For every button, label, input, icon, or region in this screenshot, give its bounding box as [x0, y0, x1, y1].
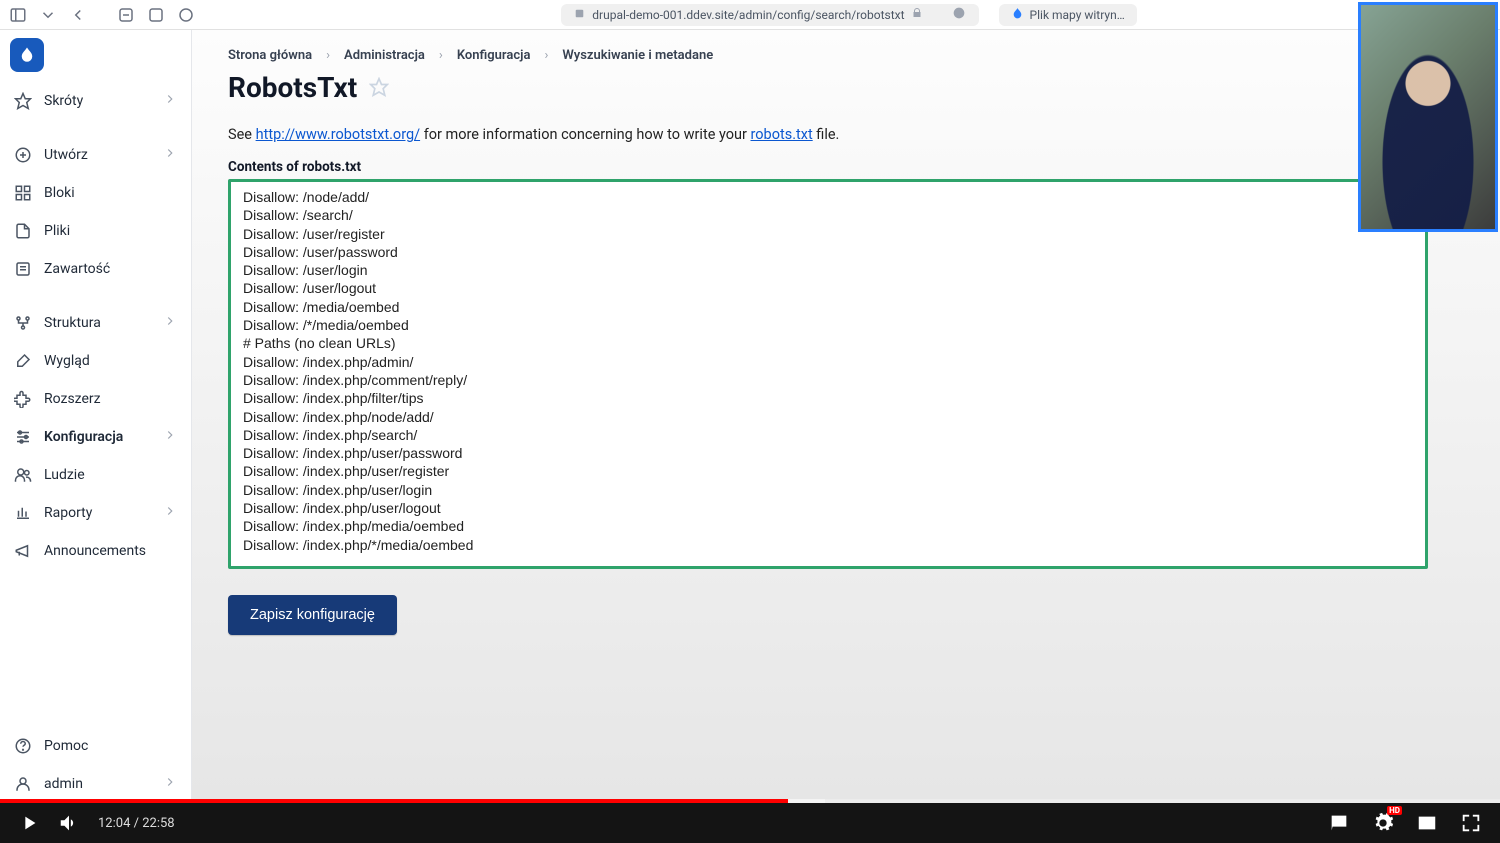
breadcrumb-item[interactable]: Wyszukiwanie i metadane	[562, 48, 713, 63]
sidebar-item-raporty[interactable]: Raporty	[0, 494, 191, 532]
sidebar-item-wygl-d[interactable]: Wygląd	[0, 342, 191, 380]
sidebar-item-label: Struktura	[44, 315, 101, 331]
files-icon	[14, 222, 32, 240]
tab-sitemap[interactable]: Plik mapy witryn…	[999, 4, 1137, 26]
chevron-right-icon	[163, 775, 177, 793]
sliders-icon	[14, 428, 32, 446]
tab-label: Plik mapy witryn…	[1030, 8, 1125, 22]
help-icon	[14, 737, 32, 755]
sidebar-item-label: admin	[44, 776, 83, 792]
fullscreen-button[interactable]	[1460, 812, 1482, 834]
hd-badge: HD	[1387, 806, 1402, 815]
sidebar-item-announcements[interactable]: Announcements	[0, 532, 191, 570]
description-text: See http://www.robotstxt.org/ for more i…	[228, 126, 1464, 143]
robotstxt-file-link[interactable]: robots.txt	[751, 126, 813, 143]
sidebar-item-label: Pliki	[44, 223, 70, 239]
chevron-right-icon	[163, 428, 177, 446]
video-controls: 12:04 / 22:58 HD	[0, 803, 1500, 843]
brand-logo[interactable]	[10, 38, 44, 72]
field-label: Contents of robots.txt	[228, 159, 1464, 175]
sidebar-toggle-icon[interactable]	[8, 5, 28, 25]
robots-textarea[interactable]	[228, 179, 1428, 569]
breadcrumb-item[interactable]: Konfiguracja	[457, 48, 531, 63]
sidebar-item-label: Raporty	[44, 505, 92, 521]
lock-icon	[911, 7, 923, 22]
breadcrumb-item[interactable]: Strona główna	[228, 48, 312, 63]
plus-circle-icon	[14, 146, 32, 164]
sidebar-item-label: Konfiguracja	[44, 429, 123, 445]
breadcrumb-item[interactable]: Administracja	[344, 48, 425, 63]
puzzle-icon	[14, 390, 32, 408]
app-icon-3[interactable]	[176, 5, 196, 25]
sidebar-item-label: Wygląd	[44, 353, 90, 369]
webcam-overlay	[1358, 2, 1498, 232]
chevron-right-icon	[163, 146, 177, 164]
miniplayer-button[interactable]	[1416, 812, 1438, 834]
progress-played	[0, 799, 788, 803]
sidebar-item-label: Utwórz	[44, 147, 88, 163]
url-bar[interactable]: drupal-demo-001.ddev.site/admin/config/s…	[561, 4, 978, 26]
progress-track[interactable]	[0, 799, 1500, 803]
sidebar-item-rozszerz[interactable]: Rozszerz	[0, 380, 191, 418]
chevron-right-icon	[163, 92, 177, 110]
drupal-icon	[1011, 7, 1024, 23]
main-content: Strona główna › Administracja › Konfiguracja…	[192, 30, 1500, 803]
subtitles-button[interactable]	[1328, 812, 1350, 834]
more-icon[interactable]	[951, 5, 967, 24]
user-icon	[14, 775, 32, 793]
browser-toolbar: drupal-demo-001.ddev.site/admin/config/s…	[0, 0, 1500, 30]
sidebar-item-admin[interactable]: admin	[0, 765, 191, 803]
save-button[interactable]: Zapisz konfigurację	[228, 595, 397, 635]
sidebar-item-label: Rozszerz	[44, 391, 101, 407]
robotstxt-org-link[interactable]: http://www.robotstxt.org/	[256, 126, 421, 143]
sidebar-item-pliki[interactable]: Pliki	[0, 212, 191, 250]
sidebar-item-struktura[interactable]: Struktura	[0, 304, 191, 342]
sidebar-item-label: Skróty	[44, 93, 83, 109]
sidebar-item-skr-ty[interactable]: Skróty	[0, 82, 191, 120]
sidebar-item-label: Ludzie	[44, 467, 85, 483]
chevron-down-icon[interactable]	[38, 5, 58, 25]
chevron-right-icon	[163, 314, 177, 332]
sidebar-item-bloki[interactable]: Bloki	[0, 174, 191, 212]
back-icon[interactable]	[68, 5, 88, 25]
sidebar-item-konfiguracja[interactable]: Konfiguracja	[0, 418, 191, 456]
sidebar-item-pomoc[interactable]: Pomoc	[0, 727, 191, 765]
video-time: 12:04 / 22:58	[98, 816, 175, 831]
blocks-icon	[14, 184, 32, 202]
app-icon-1[interactable]	[116, 5, 136, 25]
url-text: drupal-demo-001.ddev.site/admin/config/s…	[592, 8, 904, 22]
sidebar-item-label: Bloki	[44, 185, 75, 201]
page-title-text: RobotsTxt	[228, 71, 357, 104]
sidebar-item-ludzie[interactable]: Ludzie	[0, 456, 191, 494]
shield-icon	[573, 7, 586, 23]
breadcrumb: Strona główna › Administracja › Konfiguracja…	[228, 48, 1464, 63]
sidebar-item-label: Pomoc	[44, 738, 88, 754]
breadcrumb-separator: ›	[439, 48, 443, 63]
star-icon	[14, 92, 32, 110]
sidebar-item-zawarto-[interactable]: Zawartość	[0, 250, 191, 288]
megaphone-icon	[14, 542, 32, 560]
breadcrumb-separator: ›	[326, 48, 330, 63]
play-button[interactable]	[18, 812, 40, 834]
favorite-star-icon[interactable]	[369, 71, 389, 104]
app-icon-2[interactable]	[146, 5, 166, 25]
chevron-right-icon	[163, 504, 177, 522]
brush-icon	[14, 352, 32, 370]
sidebar-item-label: Announcements	[44, 543, 146, 559]
settings-button[interactable]: HD	[1372, 812, 1394, 834]
sidebar-item-label: Zawartość	[44, 261, 110, 277]
breadcrumb-separator: ›	[544, 48, 548, 63]
sidebar-item-utw-rz[interactable]: Utwórz	[0, 136, 191, 174]
page-title: RobotsTxt	[228, 71, 1464, 104]
sidebar: Skróty Utwórz Bloki Pliki Zawartość Struktura…	[0, 30, 192, 803]
reports-icon	[14, 504, 32, 522]
volume-button[interactable]	[58, 812, 80, 834]
content-icon	[14, 260, 32, 278]
structure-icon	[14, 314, 32, 332]
users-icon	[14, 466, 32, 484]
